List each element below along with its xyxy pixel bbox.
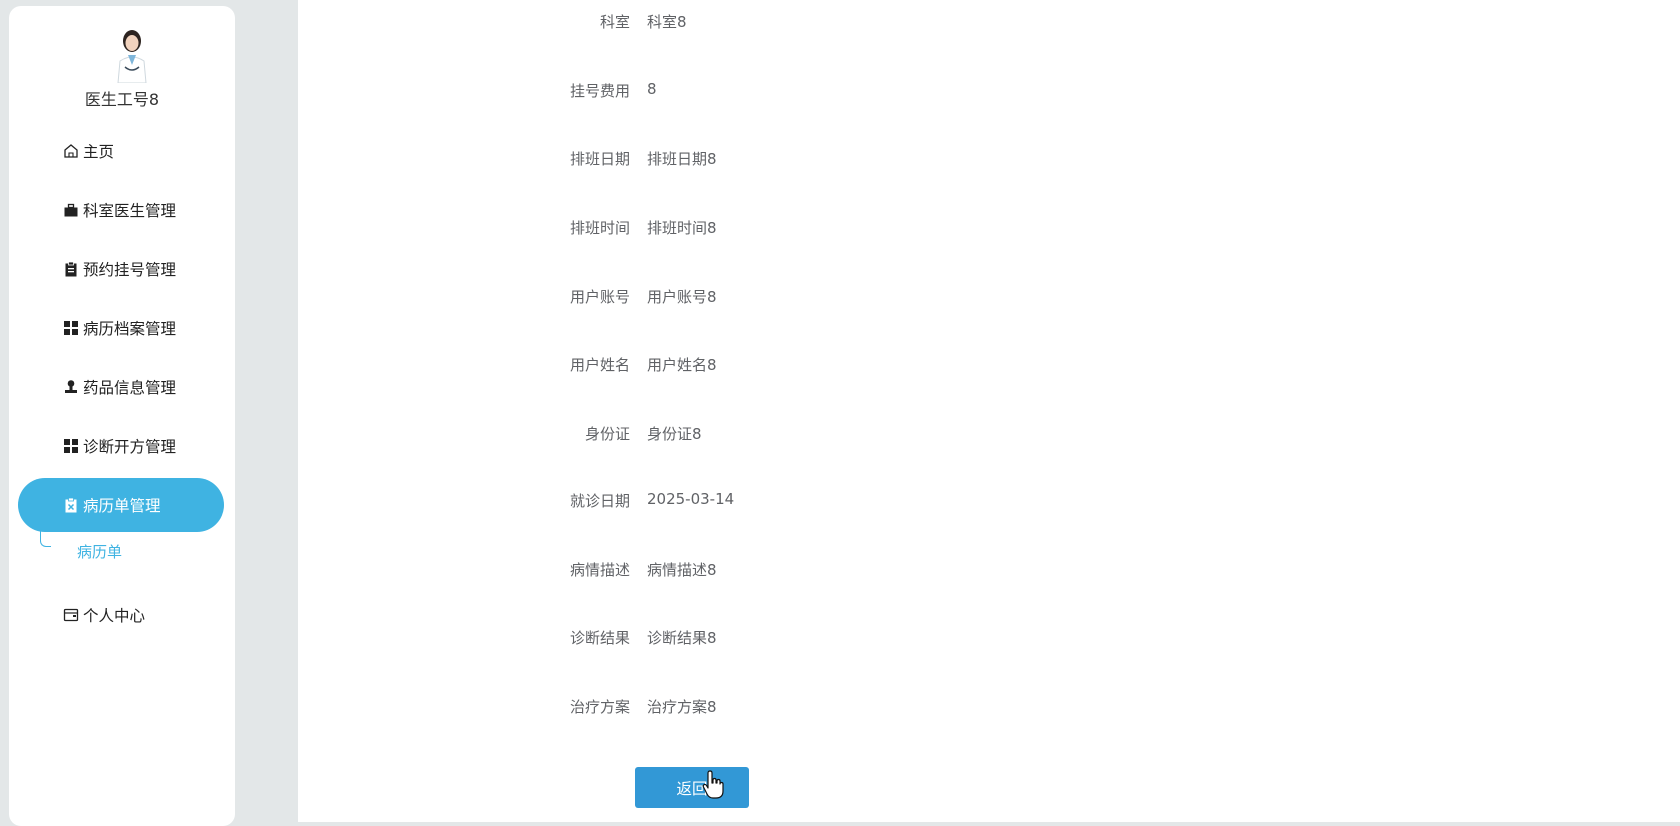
field-label: 治疗方案 [569, 698, 630, 716]
field-value: 身份证8 [647, 425, 702, 443]
username: 医生工号8 [84, 90, 160, 109]
sidebar-item-label: 个人中心 [83, 607, 146, 625]
field-label: 排班日期 [569, 150, 630, 168]
sidebar-item-label: 药品信息管理 [83, 379, 177, 397]
stamp-icon [63, 379, 79, 395]
field-value: 排班日期8 [647, 150, 717, 168]
sidebar-item-label: 预约挂号管理 [83, 261, 177, 279]
field-label: 挂号费用 [569, 82, 630, 100]
field-value: 治疗方案8 [647, 698, 717, 716]
form-row-schedule-time: 排班时间 排班时间8 [298, 217, 1098, 241]
sidebar-item-label: 病历单管理 [83, 497, 161, 515]
grid-icon [63, 320, 79, 336]
clipboard-icon [63, 261, 79, 277]
field-label: 用户姓名 [569, 356, 630, 374]
field-label: 用户账号 [569, 288, 630, 306]
field-label: 排班时间 [569, 219, 630, 237]
field-label: 科室 [599, 13, 630, 31]
sidebar-item-medical-records[interactable]: 病历单管理 [18, 478, 224, 532]
hand-pointer-icon [702, 770, 724, 799]
form-row-visit-date: 就诊日期 2025-03-14 [298, 490, 1098, 514]
form-row-id-card: 身份证 身份证8 [298, 423, 1098, 447]
form-row-diagnosis-result: 诊断结果 诊断结果8 [298, 627, 1098, 651]
main-content: 科室 科室8 挂号费用 8 排班日期 排班日期8 排班时间 排班时间8 用户账号… [298, 0, 1680, 822]
submenu-branch-line [40, 526, 51, 547]
home-icon [63, 143, 79, 159]
clipboard-x-icon [63, 497, 79, 513]
field-value: 排班时间8 [647, 219, 717, 237]
sidebar-item-appointments[interactable]: 预约挂号管理 [18, 242, 224, 296]
form-row-schedule-date: 排班日期 排班日期8 [298, 148, 1098, 172]
sidebar: 医生工号8 主页 科室医生管理 预约挂号管理 病历档案管理 药品信息管理 诊断开… [9, 6, 235, 826]
sidebar-item-label: 病历档案管理 [83, 320, 177, 338]
back-button[interactable]: 返回 [635, 767, 749, 808]
sidebar-item-medical-archives[interactable]: 病历档案管理 [18, 301, 224, 355]
field-value: 8 [647, 80, 657, 98]
sidebar-item-drug-info[interactable]: 药品信息管理 [18, 360, 224, 414]
form-row-user-account: 用户账号 用户账号8 [298, 286, 1098, 310]
field-value: 科室8 [647, 13, 687, 31]
wallet-icon [63, 607, 79, 623]
form-row-condition-description: 病情描述 病情描述8 [298, 559, 1098, 583]
form-row-department: 科室 科室8 [298, 11, 1098, 35]
doctor-avatar [117, 30, 147, 83]
field-label: 病情描述 [569, 561, 630, 579]
form-row-user-name: 用户姓名 用户姓名8 [298, 354, 1098, 378]
field-label: 诊断结果 [569, 629, 630, 647]
sidebar-item-department-doctors[interactable]: 科室医生管理 [18, 183, 224, 237]
sidebar-item-label: 主页 [83, 143, 115, 161]
submenu-item-medical-record[interactable]: 病历单 [77, 541, 122, 562]
form-row-registration-fee: 挂号费用 8 [298, 80, 1098, 104]
sidebar-item-label: 科室医生管理 [83, 202, 177, 220]
field-label: 身份证 [584, 425, 630, 443]
grid-icon [63, 438, 79, 454]
briefcase-icon [63, 202, 79, 218]
field-value: 诊断结果8 [647, 629, 717, 647]
sidebar-item-personal-center[interactable]: 个人中心 [18, 588, 224, 642]
field-value: 用户姓名8 [647, 356, 717, 374]
sidebar-item-home[interactable]: 主页 [18, 124, 224, 178]
field-value: 用户账号8 [647, 288, 717, 306]
sidebar-item-diagnosis-prescription[interactable]: 诊断开方管理 [18, 419, 224, 473]
field-value: 2025-03-14 [647, 490, 735, 508]
form-row-treatment-plan: 治疗方案 治疗方案8 [298, 696, 1098, 720]
field-label: 就诊日期 [569, 492, 630, 510]
field-value: 病情描述8 [647, 561, 717, 579]
sidebar-item-label: 诊断开方管理 [83, 438, 177, 456]
